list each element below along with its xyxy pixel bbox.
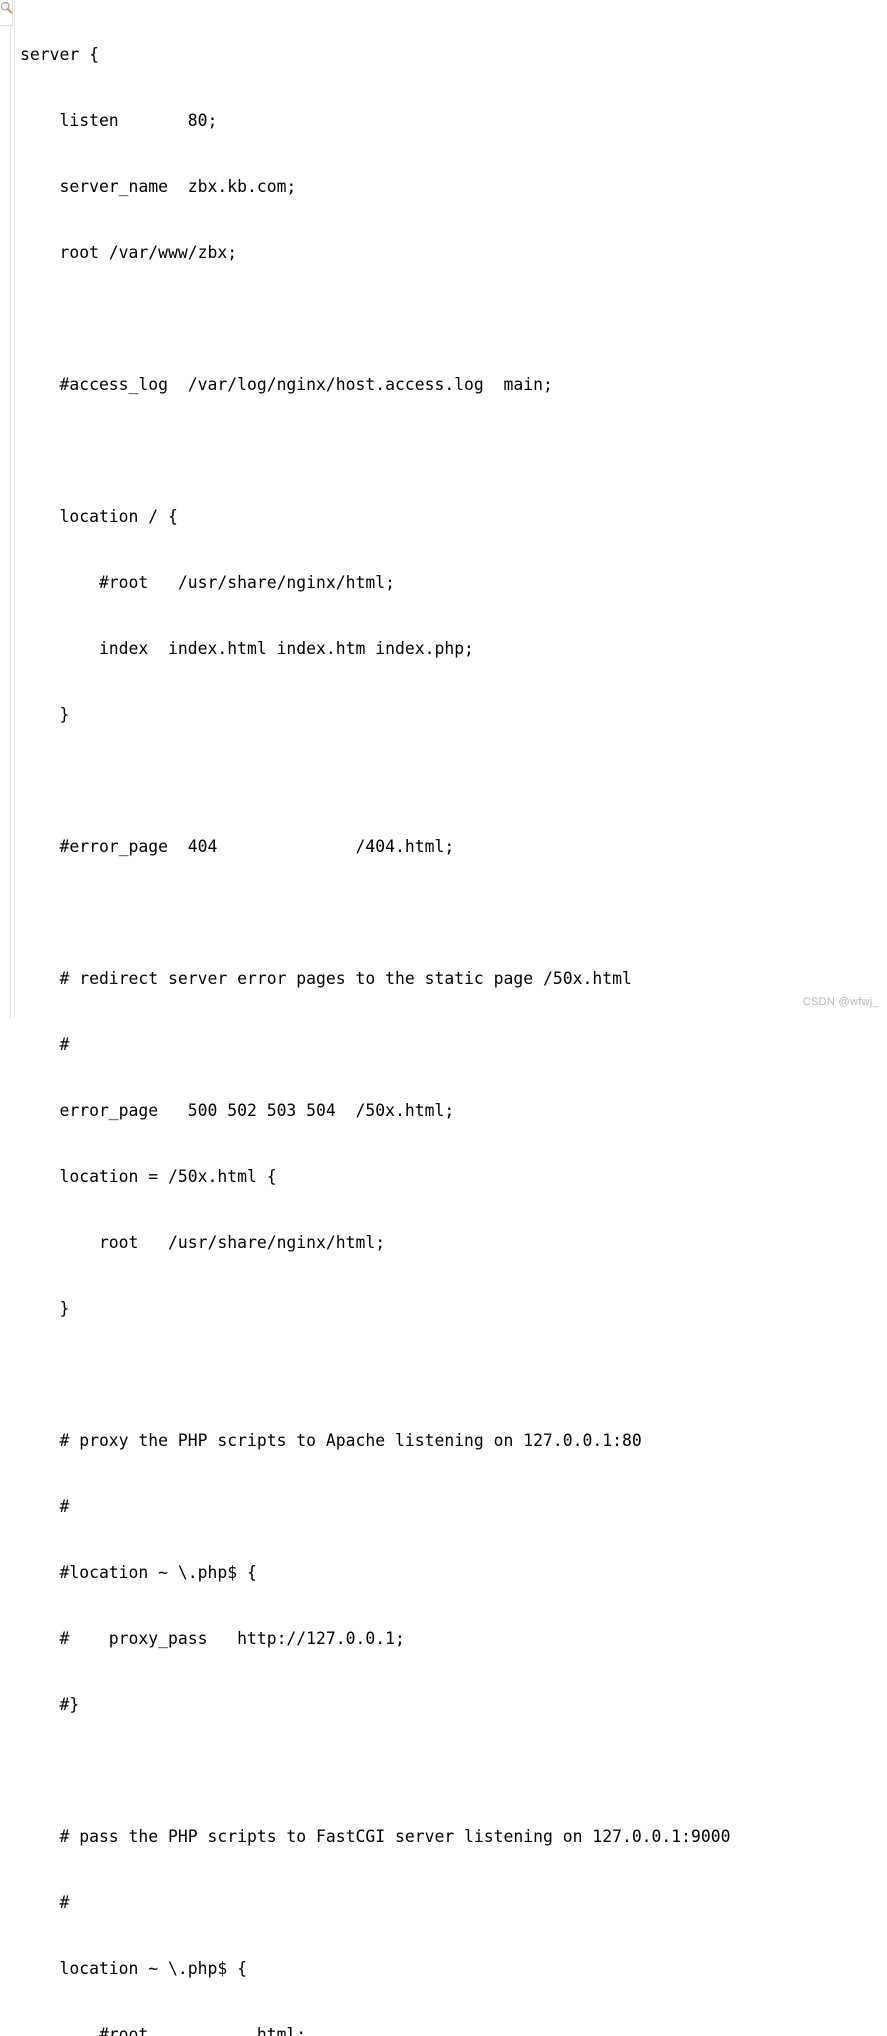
code-line: #location ~ \.php$ { [20, 1563, 257, 1582]
code-line: # proxy_pass http://127.0.0.1; [20, 1629, 405, 1648]
code-line: # [20, 1893, 70, 1912]
magnifier-button[interactable] [0, 0, 13, 26]
code-line: } [20, 1299, 70, 1318]
code-line: } [20, 705, 70, 724]
code-line: # redirect server error pages to the sta… [20, 969, 632, 988]
editor-window: server { listen 80; server_name zbx.kb.c… [0, 0, 887, 2036]
code-line: #} [20, 1695, 80, 1714]
left-gutter [0, 0, 15, 1018]
code-line: # [20, 1035, 70, 1054]
code-line: location = /50x.html { [20, 1167, 277, 1186]
code-line: #error_page 404 /404.html; [20, 837, 455, 856]
code-line: listen 80; [20, 111, 218, 130]
code-line: #root /usr/share/nginx/html; [20, 573, 395, 592]
code-line: #root html; [20, 2025, 307, 2036]
code-line: location / { [20, 507, 178, 526]
code-line: server { [20, 45, 99, 64]
code-line: root /usr/share/nginx/html; [20, 1233, 386, 1252]
code-line: location ~ \.php$ { [20, 1959, 247, 1978]
code-editor-body[interactable]: server { listen 80; server_name zbx.kb.c… [20, 0, 880, 2036]
watermark: CSDN @wfwj_ [802, 996, 879, 1008]
code-line: root /var/www/zbx; [20, 243, 238, 262]
code-line: # pass the PHP scripts to FastCGI server… [20, 1827, 731, 1846]
code-line: # [20, 1497, 70, 1516]
gutter-divider-inner [10, 0, 11, 1018]
code-line: # proxy the PHP scripts to Apache listen… [20, 1431, 642, 1450]
code-line: #access_log /var/log/nginx/host.access.l… [20, 375, 553, 394]
code-line: server_name zbx.kb.com; [20, 177, 297, 196]
code-line: index index.html index.htm index.php; [20, 639, 474, 658]
gutter-divider-outer [14, 0, 15, 1018]
code-line: error_page 500 502 503 504 /50x.html; [20, 1101, 455, 1120]
